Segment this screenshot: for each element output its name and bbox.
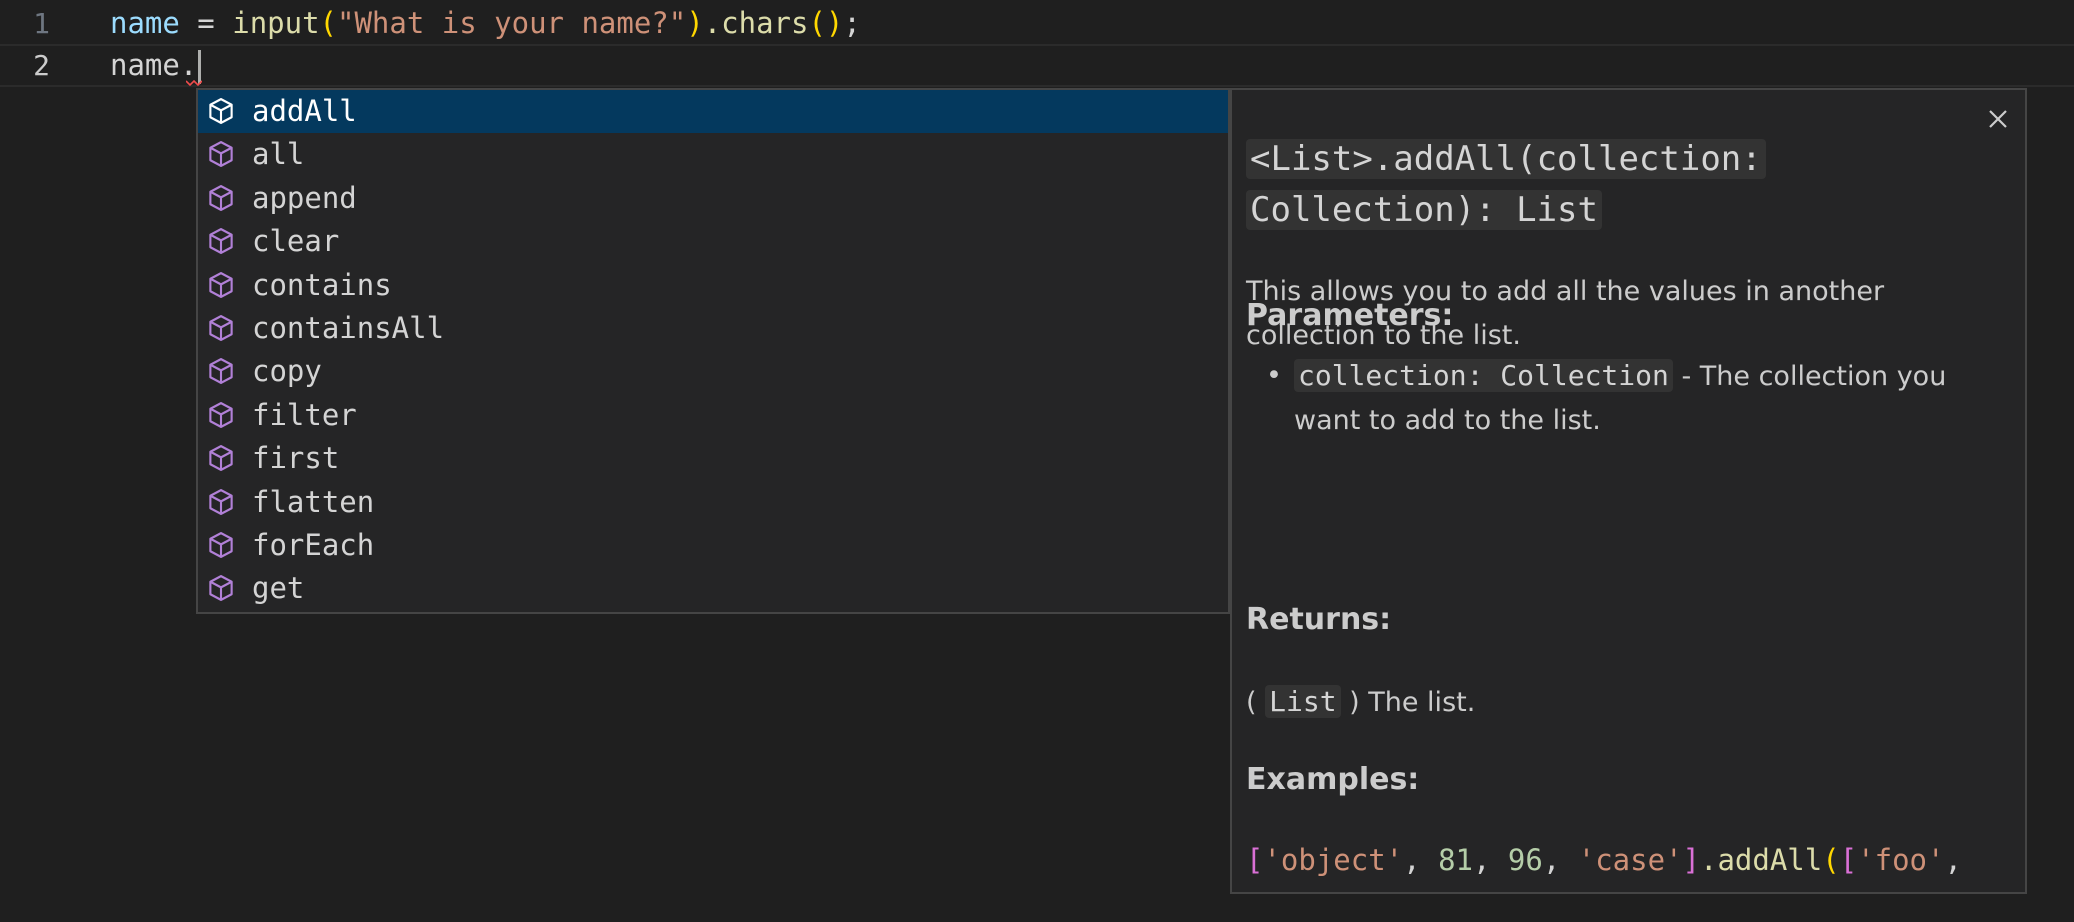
suggest-item-label: append	[252, 180, 357, 215]
suggest-item-copy[interactable]: copy	[198, 350, 1228, 393]
example-token: ]	[1682, 843, 1700, 877]
token-method: .chars	[703, 6, 809, 40]
suggest-item-label: clear	[252, 224, 340, 259]
suggest-item-label: flatten	[252, 484, 375, 519]
error-squiggle	[186, 80, 202, 86]
example-token: 81	[1438, 843, 1473, 877]
example-token: .addAll	[1700, 843, 1823, 877]
example-token: 'foo'	[1857, 843, 1945, 877]
token-variable: name	[110, 6, 180, 40]
example-token: 'case'	[1577, 843, 1683, 877]
close-details-button[interactable]	[1983, 104, 2013, 134]
suggest-item-label: first	[252, 441, 340, 476]
example-code: ['object', 81, 96, 'case'].addAll(['foo'…	[1246, 838, 1962, 882]
token-semicolon: ;	[843, 6, 861, 40]
suggest-item-label: filter	[252, 397, 357, 432]
suggest-item-clear[interactable]: clear	[198, 220, 1228, 263]
signature-line-1: <List>.addAll(collection:	[1246, 139, 1766, 179]
symbol-method-cube-icon	[209, 98, 233, 124]
example-token: 'object'	[1263, 843, 1404, 877]
suggest-item-label: addAll	[252, 94, 357, 128]
suggest-item-flatten[interactable]: flatten	[198, 481, 1228, 524]
text-cursor	[198, 50, 202, 84]
suggest-item-label: forEach	[252, 528, 375, 562]
example-token: [	[1839, 843, 1858, 877]
symbol-method-cube-icon	[209, 184, 233, 211]
symbol-method-cube-icon	[209, 271, 233, 298]
symbol-method-cube-icon	[209, 488, 233, 515]
symbol-method-cube-icon	[209, 445, 233, 472]
line-number: 2	[33, 49, 50, 82]
symbol-method-cube-icon	[209, 575, 233, 602]
returns-description: ( List ) The list.	[1246, 680, 1475, 725]
code-text[interactable]: name = input("What is your name?").chars…	[110, 2, 861, 45]
suggest-item-label: all	[252, 137, 305, 172]
line-number: 1	[33, 7, 50, 40]
close-icon	[1989, 110, 2007, 128]
returns-heading: Returns:	[1246, 602, 1392, 637]
suggest-item-get[interactable]: get	[198, 567, 1228, 610]
example-token: ,	[1542, 843, 1578, 877]
list-bullet: •	[1266, 360, 1282, 391]
suggest-widget[interactable]: addAll all append clear contains contain…	[196, 88, 1230, 614]
suggest-item-filter[interactable]: filter	[198, 394, 1228, 437]
token-string: "What is your name?"	[337, 6, 687, 40]
symbol-method-cube-icon	[209, 358, 233, 385]
signature-line-2: Collection): List	[1246, 190, 1602, 230]
token-call: ()	[808, 6, 844, 40]
returns-text: ) The list.	[1340, 687, 1476, 718]
method-signature: <List>.addAll(collection: Collection): L…	[1246, 134, 1926, 236]
suggest-item-label: get	[252, 571, 305, 606]
symbol-method-cube-icon	[209, 141, 233, 168]
token-paren-open: (	[319, 6, 338, 40]
token-text: name.	[110, 48, 198, 82]
suggest-item-contains[interactable]: contains	[198, 264, 1228, 307]
returns-paren-open: (	[1246, 687, 1266, 718]
example-token: ,	[1473, 843, 1508, 877]
suggest-details-pane[interactable]: <List>.addAll(collection: Collection): L…	[1230, 88, 2027, 894]
token-operator: =	[179, 6, 233, 40]
suggest-item-first[interactable]: first	[198, 437, 1228, 480]
examples-heading: Examples:	[1246, 762, 1420, 797]
suggest-item-addAll[interactable]: addAll	[198, 90, 1228, 133]
returns-code: List	[1265, 685, 1341, 718]
code-line-1[interactable]: 1 name = input("What is your name?").cha…	[0, 2, 2074, 45]
parameters-heading: Parameters:	[1246, 298, 1454, 333]
suggest-item-label: containsAll	[252, 311, 445, 345]
parameter-code: collection: Collection	[1294, 359, 1673, 392]
suggest-item-label: contains	[252, 267, 392, 302]
suggest-item-all[interactable]: all	[198, 133, 1228, 176]
code-line-2[interactable]: 2 name.	[0, 44, 2074, 87]
suggest-item-append[interactable]: append	[198, 177, 1228, 220]
example-token: (	[1822, 843, 1840, 877]
suggest-item-forEach[interactable]: forEach	[198, 524, 1228, 567]
symbol-method-cube-icon	[209, 228, 233, 255]
symbol-method-cube-icon	[209, 532, 233, 558]
suggest-item-containsAll[interactable]: containsAll	[198, 307, 1228, 350]
suggest-item-label: copy	[252, 354, 322, 389]
example-token: ,	[1944, 843, 1962, 877]
example-token: ,	[1403, 843, 1439, 877]
token-function: input	[232, 6, 320, 40]
example-token: [	[1246, 843, 1264, 877]
example-token: 96	[1507, 843, 1543, 877]
symbol-method-cube-icon	[209, 315, 233, 341]
token-paren-close: )	[686, 6, 704, 40]
symbol-method-cube-icon	[209, 401, 233, 428]
